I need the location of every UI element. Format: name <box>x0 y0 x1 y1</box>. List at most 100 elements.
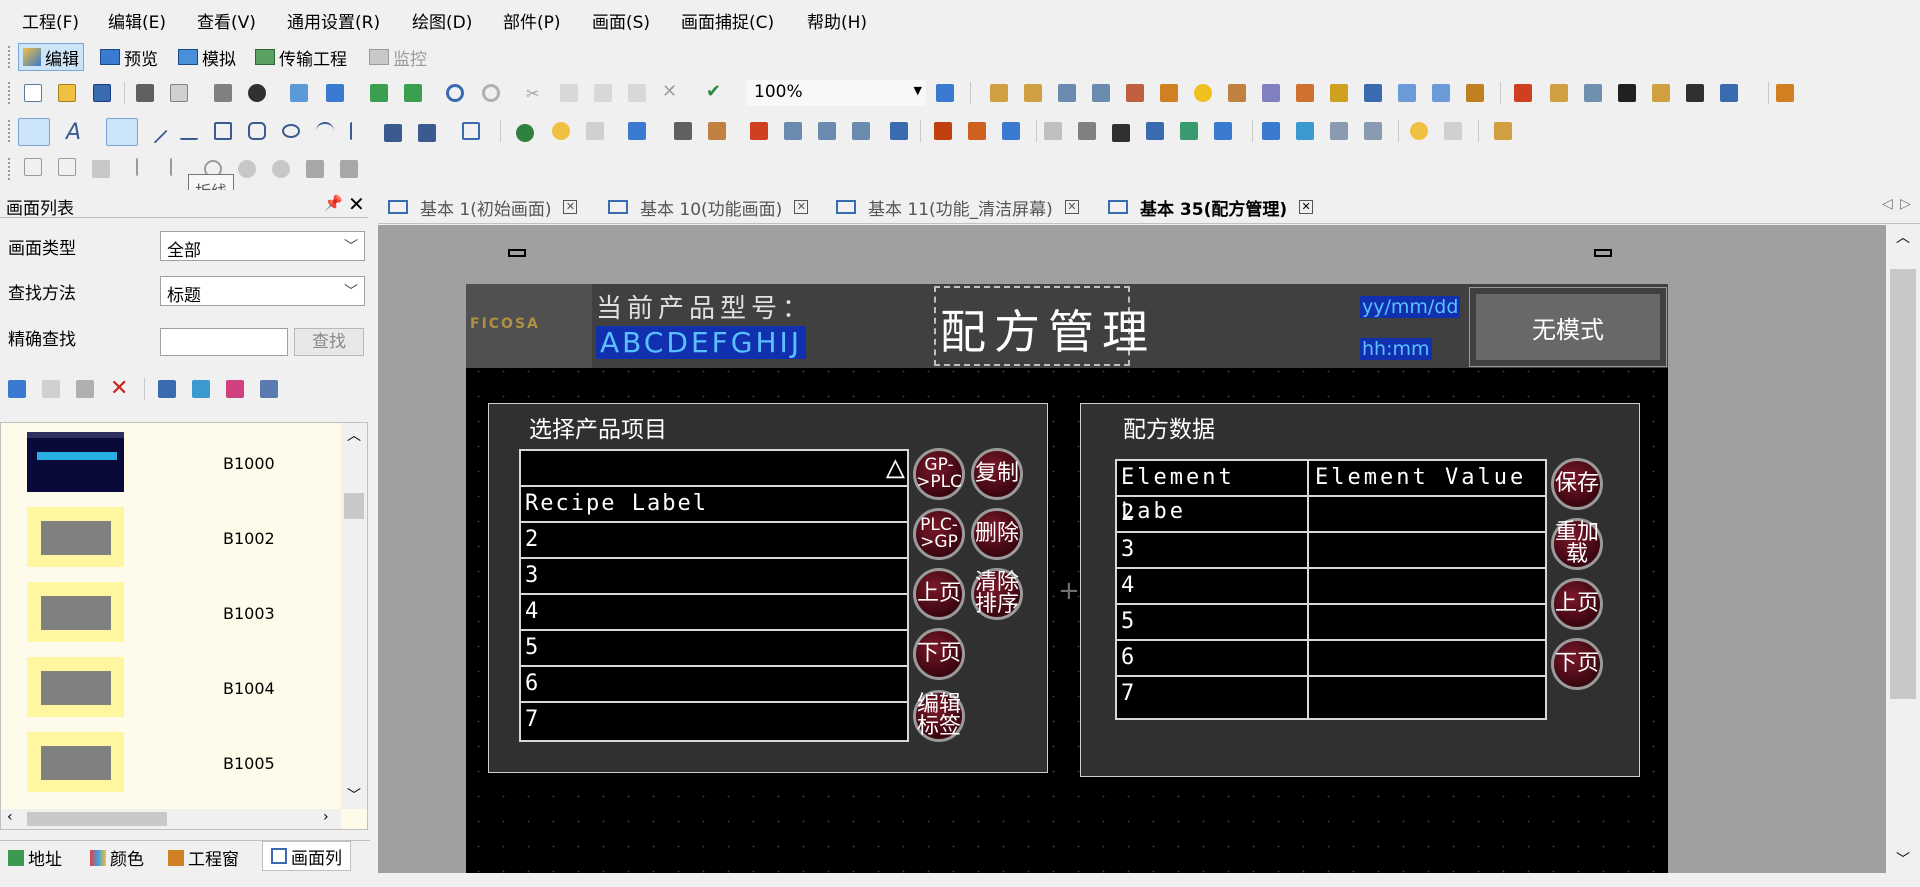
list-item[interactable]: B1003 <box>1 577 341 652</box>
book-icon[interactable] <box>1092 84 1110 102</box>
export-icon[interactable] <box>404 84 422 102</box>
panel-icon[interactable] <box>1296 122 1314 140</box>
bar-graph-icon[interactable] <box>750 122 768 140</box>
cut-icon[interactable]: ✂ <box>526 84 544 103</box>
switch-icon[interactable] <box>516 124 534 142</box>
stack-icon[interactable] <box>1126 84 1144 102</box>
screen-editor-canvas[interactable]: FICOSA 当前产品型号： ABCDEFGHIJ 配方管理 yy/mm/dd … <box>378 225 1886 873</box>
simulate-mode-button[interactable]: 模拟 <box>174 43 240 71</box>
list-item[interactable]: B1002 <box>1 502 341 577</box>
image-icon[interactable] <box>1002 122 1020 140</box>
window-stack-icon[interactable] <box>1044 122 1062 140</box>
eraser-icon[interactable] <box>1494 122 1512 140</box>
chevron-down-icon[interactable]: ﹀ <box>347 785 361 805</box>
tab-screen-35[interactable]: 基本 35(配方管理) ✕ <box>1108 193 1314 221</box>
delete-icon[interactable]: ✕ <box>110 376 128 401</box>
alarm-list-icon[interactable] <box>968 122 986 140</box>
mode-button[interactable]: 无模式 <box>1469 287 1667 367</box>
bitmap-icon[interactable] <box>1262 84 1280 102</box>
pin-icon[interactable]: 📌 <box>324 194 343 212</box>
delete-icon[interactable]: ✕ <box>662 83 680 102</box>
table-icon[interactable] <box>674 122 692 140</box>
numeric-icon[interactable] <box>628 122 646 140</box>
distribute-icon[interactable] <box>136 158 154 176</box>
reload-button[interactable]: 重加载 <box>1551 518 1603 570</box>
table-row[interactable]: 6 <box>1117 641 1545 677</box>
document-icon[interactable] <box>1444 122 1462 140</box>
error-check-icon[interactable]: ✔ <box>706 83 724 102</box>
tab-screen-1[interactable]: 基本 1(初始画面) ✕ <box>388 193 578 221</box>
screen-icon[interactable] <box>1214 122 1232 140</box>
sort-triangle-icon[interactable]: △ <box>886 449 905 483</box>
list-item[interactable]: B1004 <box>1 652 341 727</box>
table-row[interactable]: 6 <box>521 667 907 703</box>
gp-to-plc-button[interactable]: GP->PLC <box>913 448 965 500</box>
sound-icon[interactable] <box>1330 84 1348 102</box>
screen-grid-icon[interactable] <box>260 380 278 398</box>
menu-common-settings[interactable]: 通用设置(R) <box>287 8 380 33</box>
keyboard-icon[interactable] <box>1112 124 1130 142</box>
preview-mode-button[interactable]: 预览 <box>96 43 162 71</box>
window-icon[interactable] <box>326 84 344 102</box>
monitor-button[interactable]: 监控 <box>365 43 431 71</box>
clear-sort-button[interactable]: 清除排序 <box>971 568 1023 620</box>
menu-help[interactable]: 帮助(H) <box>807 8 867 33</box>
line-icon[interactable] <box>142 118 168 144</box>
trend-icon[interactable] <box>818 122 836 140</box>
screen-handle[interactable] <box>508 249 526 257</box>
save-button[interactable]: 保存 <box>1551 458 1603 510</box>
close-icon[interactable]: ✕ <box>1064 200 1079 214</box>
text-align-icon[interactable] <box>58 158 76 176</box>
table-row[interactable]: 7 <box>521 703 907 739</box>
toolbar-grip[interactable] <box>8 82 11 104</box>
menu-view[interactable]: 查看(V) <box>197 8 256 33</box>
lamp-icon[interactable] <box>552 122 570 140</box>
send-back-icon[interactable] <box>340 160 358 178</box>
group-icon[interactable] <box>92 160 110 178</box>
scrollbar-thumb[interactable] <box>1890 269 1916 699</box>
copy-button[interactable]: 复制 <box>971 448 1023 500</box>
undo-icon[interactable] <box>446 84 464 102</box>
close-icon[interactable]: ✕ <box>563 200 578 214</box>
screen-property-icon[interactable] <box>158 380 176 398</box>
arc-icon[interactable] <box>316 122 334 140</box>
screen-handle[interactable] <box>1594 249 1612 257</box>
gear-icon[interactable] <box>248 84 266 102</box>
recipe-icon[interactable] <box>1262 122 1280 140</box>
close-icon[interactable]: ✕ <box>348 192 365 216</box>
table-row[interactable]: 3 <box>1117 533 1545 569</box>
paste-screen-icon[interactable] <box>76 380 94 398</box>
screen-window-icon[interactable] <box>192 380 210 398</box>
vertical-scrollbar[interactable]: ︿ ﹀ <box>341 423 367 809</box>
flag-icon[interactable] <box>1776 84 1794 102</box>
list-item[interactable]: B1000 <box>1 427 341 502</box>
bulb-icon[interactable] <box>1410 122 1428 140</box>
person-icon[interactable] <box>1618 84 1636 102</box>
new-screen-icon[interactable] <box>8 380 26 398</box>
dot-icon[interactable] <box>106 118 138 146</box>
pen-icon[interactable] <box>708 122 726 140</box>
toolbar-grip[interactable] <box>8 120 11 142</box>
layer-icon[interactable] <box>272 160 290 178</box>
data-display-icon[interactable] <box>586 122 604 140</box>
table-row[interactable]: 5 <box>1117 605 1545 641</box>
save-icon[interactable] <box>93 84 111 102</box>
distribute-icon[interactable] <box>170 158 188 176</box>
copy-icon[interactable] <box>560 84 578 102</box>
ellipse-icon[interactable] <box>282 124 300 138</box>
parts-icon[interactable] <box>990 84 1008 102</box>
screen-list-icon[interactable] <box>936 84 954 102</box>
grid-table-icon[interactable] <box>462 122 480 140</box>
canvas-vertical-scrollbar[interactable]: ︿ ﹀ <box>1886 225 1920 873</box>
table-row[interactable]: 3 <box>521 559 907 595</box>
tab-scroll-right-icon[interactable]: ▷ <box>1900 196 1911 212</box>
table-row[interactable]: 7 <box>1117 677 1545 713</box>
table-row[interactable]: 2 <box>1117 497 1545 533</box>
polyline-icon[interactable] <box>180 122 198 140</box>
crosshair-icon[interactable] <box>890 122 908 140</box>
video-icon[interactable] <box>1146 122 1164 140</box>
copy-screen-icon[interactable] <box>42 380 60 398</box>
chevron-right-icon[interactable]: › <box>323 809 329 825</box>
tab-color[interactable]: 颜色 <box>90 845 144 870</box>
monitor-icon[interactable] <box>1180 122 1198 140</box>
